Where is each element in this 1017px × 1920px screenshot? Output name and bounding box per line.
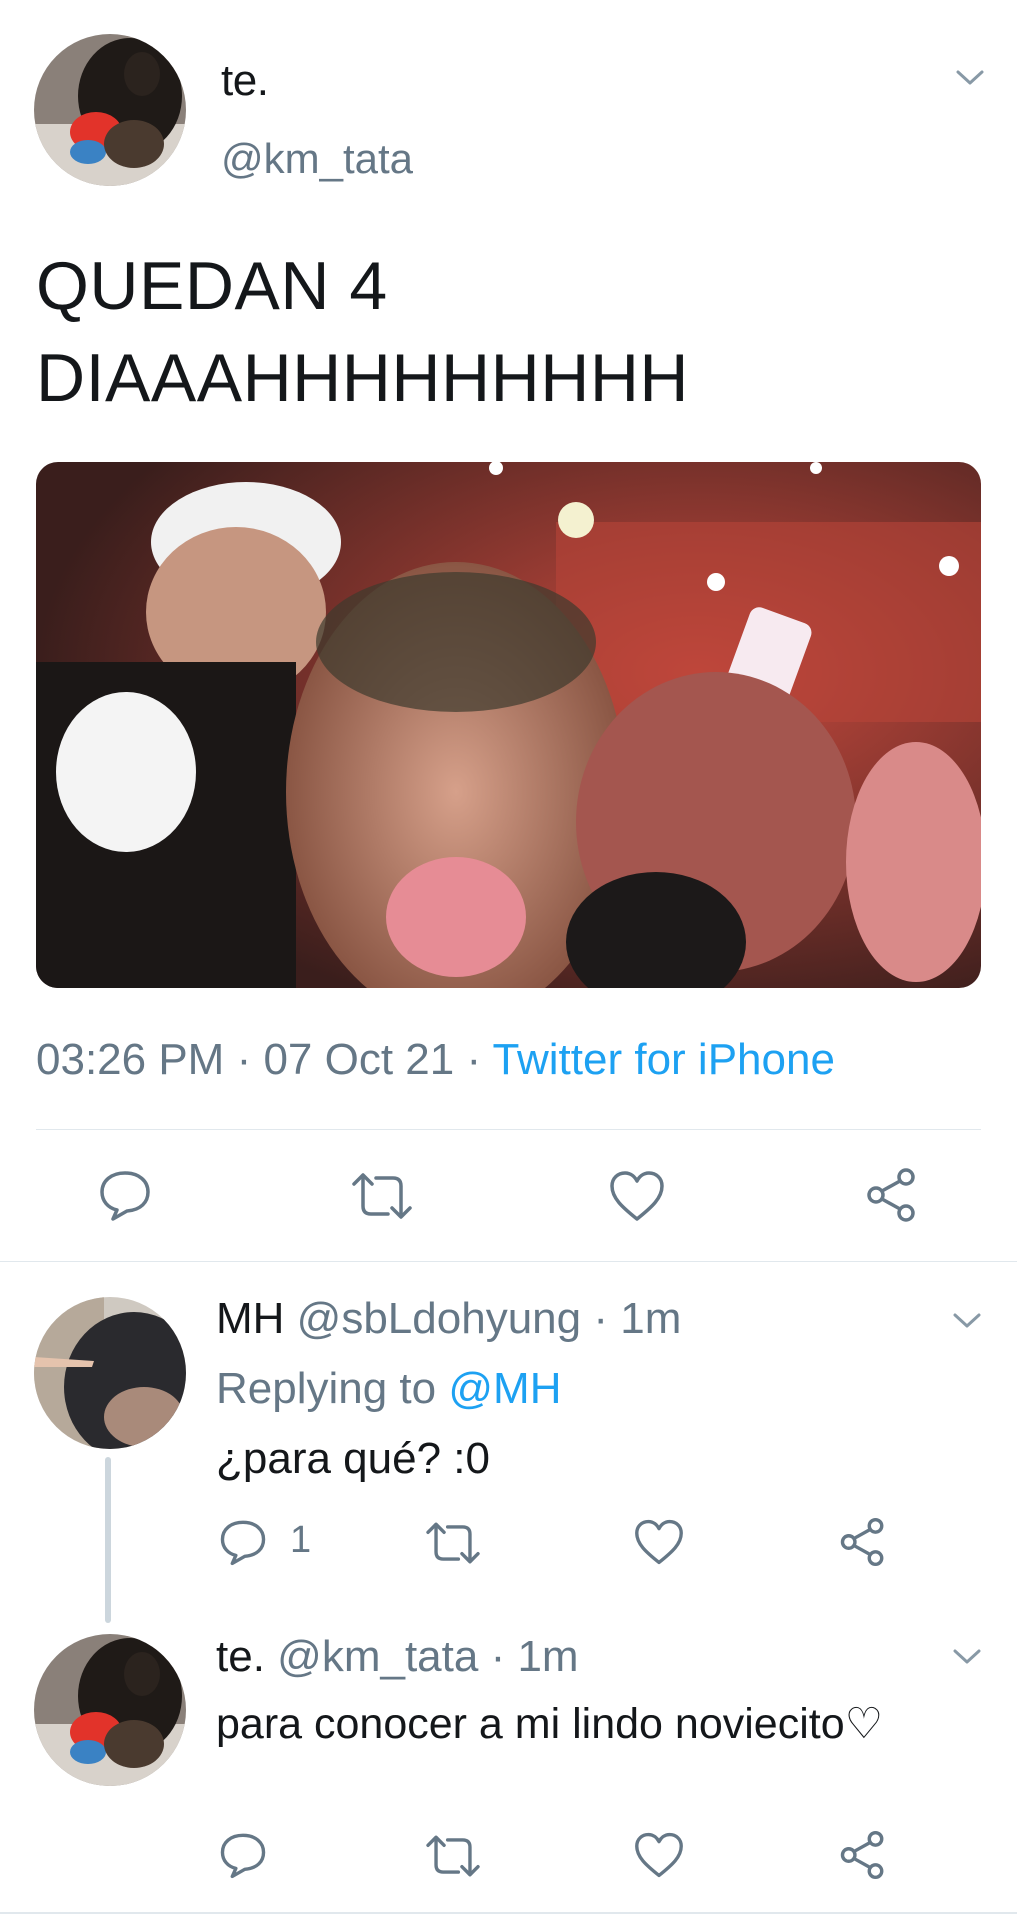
reply-text: ¿para qué? :0	[216, 1434, 490, 1483]
meta-separator: ·	[454, 1035, 493, 1084]
reply-author-handle[interactable]: @km_tata	[277, 1632, 478, 1681]
tweet-meta: 03:26 PM · 07 Oct 21 · Twitter for iPhon…	[36, 1035, 835, 1085]
reply-icon[interactable]	[218, 1517, 268, 1567]
retweet-icon[interactable]	[350, 1168, 414, 1224]
heart-icon[interactable]	[633, 1518, 685, 1566]
divider	[36, 1129, 981, 1130]
reply-timestamp: · 1m	[490, 1632, 579, 1681]
divider	[0, 1261, 1017, 1262]
reply-author-name[interactable]: te.	[216, 1632, 265, 1681]
reply-avatar[interactable]	[34, 1297, 186, 1449]
chevron-down-icon[interactable]	[952, 1305, 982, 1335]
tweet-text: QUEDAN 4 DIAAAHHHHHHHHH	[36, 240, 689, 424]
author-avatar[interactable]	[34, 34, 186, 186]
author-handle[interactable]: @km_tata	[221, 135, 413, 183]
reply-text: para conocer a mi lindo noviecito♡	[216, 1700, 884, 1748]
tweet-text-line: QUEDAN 4	[36, 248, 388, 324]
tweet-date: 07 Oct 21	[263, 1035, 455, 1084]
replying-to: Replying to @MH	[216, 1364, 561, 1414]
chevron-down-icon[interactable]	[955, 62, 985, 92]
retweet-icon[interactable]	[424, 1831, 482, 1881]
replying-to-label: Replying to	[216, 1364, 437, 1413]
reply-avatar[interactable]	[34, 1634, 186, 1786]
reply-header: MH @sbLdohyung · 1m	[216, 1294, 681, 1344]
heart-icon[interactable]	[633, 1831, 685, 1879]
tweet-time: 03:26 PM	[36, 1035, 225, 1084]
retweet-icon[interactable]	[424, 1518, 482, 1568]
reply-author-name[interactable]: MH	[216, 1294, 284, 1343]
reply-header: te. @km_tata · 1m	[216, 1632, 579, 1682]
author-name[interactable]: te.	[221, 56, 269, 106]
reply-author-handle[interactable]: @sbLdohyung	[297, 1294, 581, 1343]
share-icon[interactable]	[864, 1166, 920, 1224]
tweet-media[interactable]	[36, 462, 981, 988]
replying-to-link[interactable]: @MH	[448, 1364, 561, 1413]
divider	[0, 1912, 1017, 1914]
heart-icon[interactable]	[608, 1169, 666, 1223]
reply-count: 1	[290, 1519, 312, 1561]
thread-line	[105, 1457, 111, 1623]
share-icon[interactable]	[838, 1829, 888, 1881]
reply-icon[interactable]	[218, 1830, 268, 1880]
meta-separator: ·	[224, 1035, 264, 1084]
reply-icon[interactable]	[97, 1167, 153, 1223]
tweet-text-line: DIAAAHHHHHHHHH	[36, 340, 690, 416]
share-icon[interactable]	[838, 1516, 888, 1568]
chevron-down-icon[interactable]	[952, 1641, 982, 1671]
reply-timestamp: · 1m	[593, 1294, 682, 1343]
tweet-source-link[interactable]: Twitter for iPhone	[493, 1035, 835, 1084]
